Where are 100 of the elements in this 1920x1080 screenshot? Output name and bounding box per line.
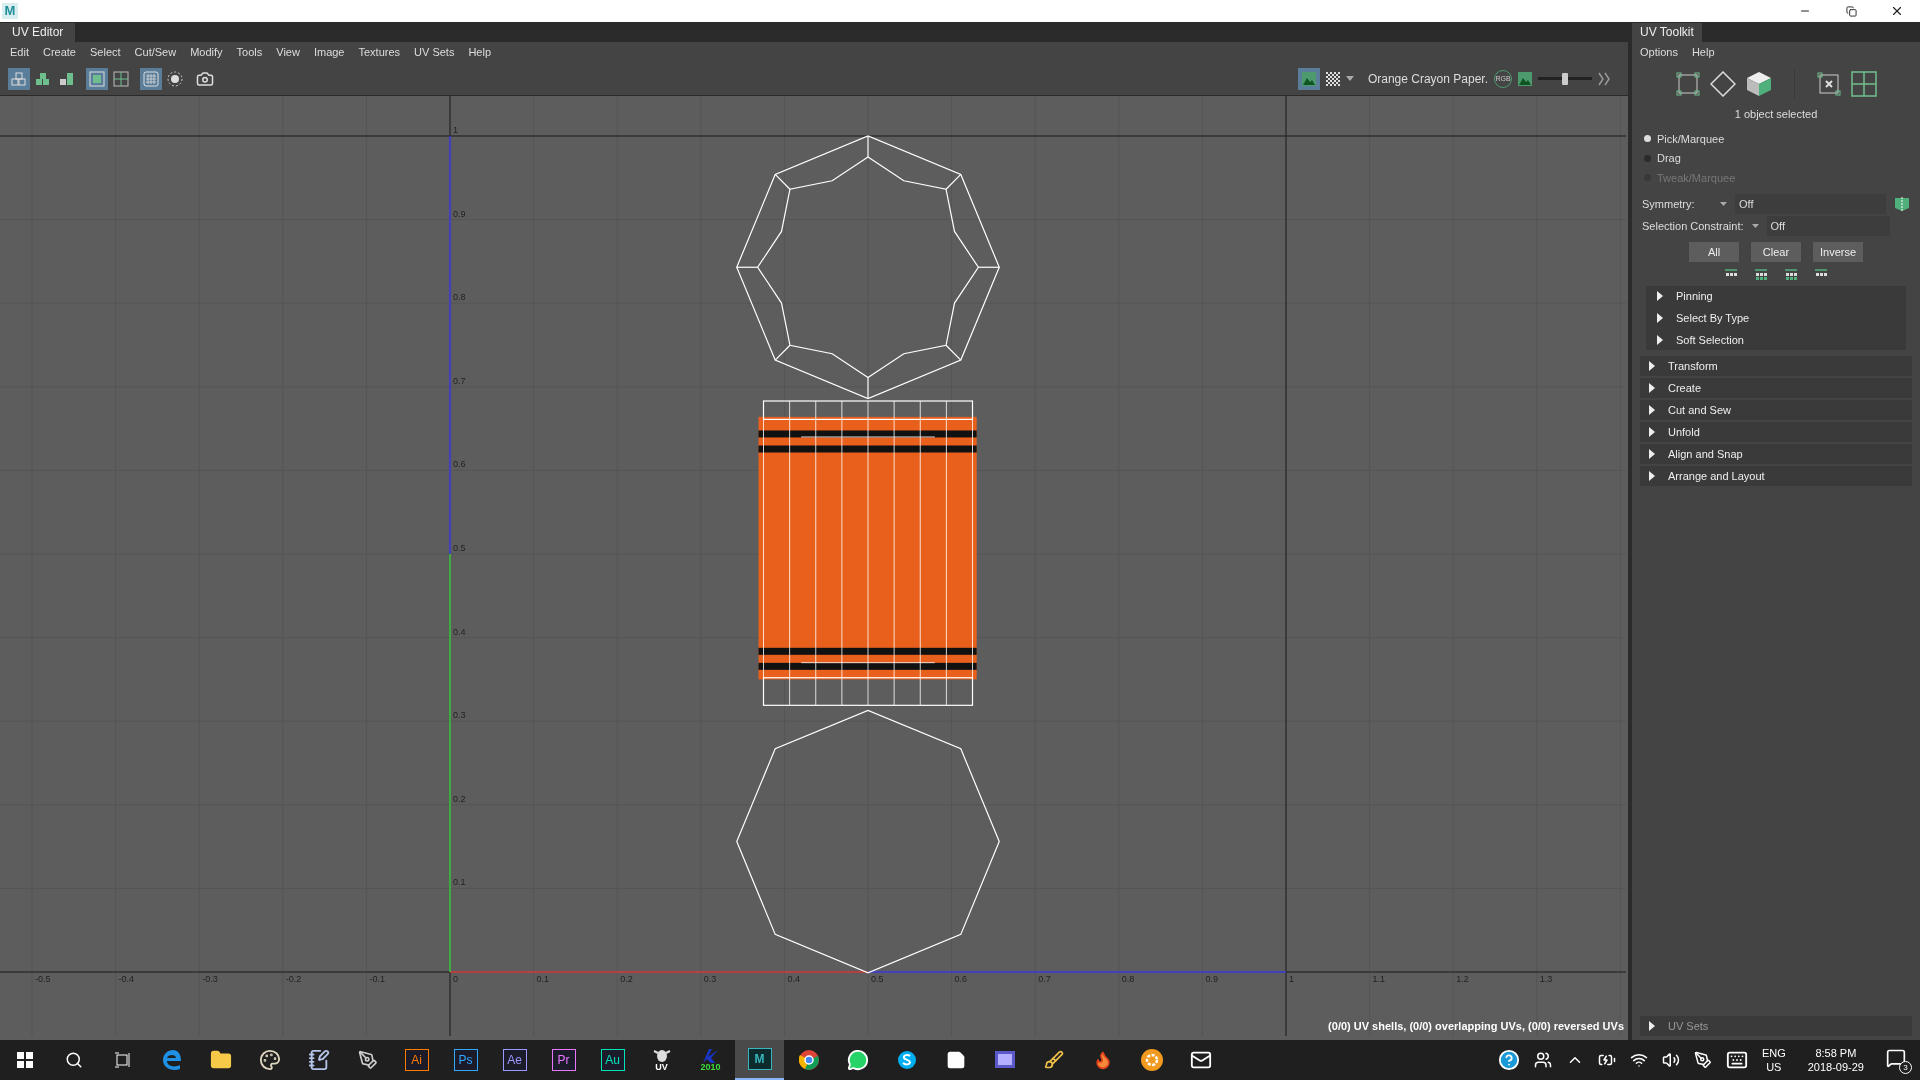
- field-label: Symmetry:: [1642, 196, 1696, 212]
- menu-item[interactable]: Create: [36, 43, 82, 61]
- cube-icon[interactable]: [1745, 71, 1772, 97]
- select-button[interactable]: Clear: [1751, 242, 1801, 262]
- section-header[interactable]: Arrange and Layout: [1640, 466, 1912, 486]
- folder-icon: [209, 1049, 232, 1071]
- window-icon: [993, 1050, 1016, 1070]
- section-header[interactable]: Create: [1640, 378, 1912, 398]
- radio-button[interactable]: [1644, 135, 1651, 143]
- pen-nib-icon: [357, 1050, 378, 1070]
- axis-tick-label: 0.7: [453, 375, 466, 386]
- menu-item[interactable]: Edit: [4, 43, 35, 61]
- section-header[interactable]: Transform: [1640, 356, 1912, 376]
- menu-item[interactable]: Modify: [184, 43, 229, 61]
- clock-time[interactable]: 8:58 PM: [1815, 1046, 1857, 1060]
- uv-status-text: (0/0) UV shells, (0/0) overlapping UVs, (0/0) reversed UVs: [1328, 1018, 1624, 1034]
- clock-date[interactable]: 2018-09-29: [1807, 1060, 1864, 1074]
- e-swirl-icon: [160, 1049, 183, 1071]
- framed-square-icon: [88, 69, 106, 88]
- search-icon: [64, 1051, 83, 1069]
- radio-label: Drag: [1657, 151, 1681, 166]
- chat-bubble-icon: [846, 1049, 869, 1071]
- circle-emblem-icon: [798, 1050, 819, 1070]
- menu-item[interactable]: Image: [307, 43, 351, 61]
- selection-info: 1 object selected: [1733, 107, 1819, 122]
- panel-tab[interactable]: UV Editor: [0, 23, 76, 42]
- app-logo: M: [2, 3, 18, 19]
- s-bubble-icon: [896, 1050, 917, 1070]
- note-icon: [945, 1050, 966, 1070]
- menu-item[interactable]: Select: [84, 43, 127, 61]
- people-icon[interactable]: [1533, 1051, 1552, 1069]
- app-tile-button[interactable]: Ae: [502, 1049, 527, 1071]
- toolbar-button[interactable]: [140, 67, 162, 90]
- axis-tick-label: 1.1: [1372, 974, 1386, 984]
- select-grid-icon[interactable]: [1753, 268, 1769, 280]
- dropdown-caret-icon[interactable]: [1751, 224, 1759, 228]
- app-tile-button[interactable]: Ps: [453, 1049, 478, 1071]
- pen-icon[interactable]: [1693, 1051, 1712, 1069]
- image-icon[interactable]: [1518, 71, 1532, 86]
- section-header[interactable]: Align and Snap: [1640, 444, 1912, 464]
- toolbar-button[interactable]: [86, 67, 108, 90]
- dropdown-caret-icon[interactable]: [1345, 76, 1354, 81]
- grid-icon: [112, 69, 130, 88]
- taskbar-button[interactable]: UV: [637, 1040, 686, 1080]
- mirror-icon[interactable]: [1894, 196, 1910, 212]
- help-icon[interactable]: [1497, 1049, 1520, 1071]
- section-header[interactable]: UV Sets: [1640, 1016, 1912, 1036]
- menu-item[interactable]: Help: [462, 43, 498, 61]
- language-code: ENG: [1761, 1046, 1786, 1060]
- expand-arrows-icon[interactable]: [1598, 70, 1610, 87]
- region-code: US: [1766, 1060, 1782, 1074]
- restore-icon: [1845, 5, 1857, 17]
- dropdown-caret-icon[interactable]: [1720, 202, 1727, 206]
- menu-item[interactable]: Cut/Sew: [128, 43, 183, 61]
- constraint-dropdown[interactable]: Off: [1766, 216, 1890, 236]
- select-button[interactable]: Inverse: [1813, 242, 1863, 262]
- diamond-icon[interactable]: [1709, 71, 1736, 97]
- menu-item[interactable]: Help: [1691, 43, 1715, 61]
- app-tile-button[interactable]: Au: [600, 1049, 625, 1071]
- volume-icon[interactable]: [1661, 1051, 1680, 1069]
- notebook-icon: [307, 1049, 330, 1071]
- envelope-icon: [1189, 1049, 1212, 1071]
- panel-tab[interactable]: UV Toolkit: [1632, 23, 1702, 42]
- menu-item[interactable]: Tools: [230, 43, 269, 61]
- grid-icon[interactable]: [1850, 71, 1877, 97]
- exposure-slider[interactable]: [1538, 70, 1592, 87]
- select-button[interactable]: All: [1689, 242, 1739, 262]
- menu-item[interactable]: UV Sets: [408, 43, 461, 61]
- checker-icon[interactable]: [1325, 71, 1340, 86]
- axis-tick-label: 0.1: [536, 974, 550, 984]
- camera-icon: [196, 69, 214, 88]
- select-grid-icon[interactable]: [1783, 268, 1799, 280]
- axis-tick-label: 1: [1289, 974, 1294, 984]
- four-panes-icon: [16, 1052, 33, 1068]
- section-header[interactable]: Cut and Sew: [1640, 400, 1912, 420]
- radio-label: Pick/Marquee: [1657, 131, 1725, 147]
- toolbar-button[interactable]: [8, 67, 30, 90]
- radio-button[interactable]: [1644, 154, 1651, 162]
- slider-thumb[interactable]: [1562, 72, 1568, 85]
- symmetry-dropdown[interactable]: Off: [1735, 194, 1886, 214]
- face-select-icon[interactable]: [1675, 72, 1700, 96]
- keyboard-icon[interactable]: [1725, 1049, 1748, 1071]
- menu-item[interactable]: Textures: [352, 43, 407, 61]
- dashed-circle-icon: [166, 69, 184, 88]
- task-view-icon: [113, 1052, 132, 1068]
- texture-name: Orange Crayon Paper.: [1367, 70, 1488, 88]
- axis-tick-label: -0.1: [369, 974, 385, 984]
- app-tile-button[interactable]: Pr: [551, 1049, 576, 1071]
- language-indicator[interactable]: ENG US: [1761, 1046, 1786, 1074]
- notifications-icon[interactable]: [1886, 1048, 1906, 1068]
- wifi-icon[interactable]: [1629, 1051, 1648, 1069]
- taskbar-button[interactable]: 2010: [686, 1040, 735, 1080]
- app-tile-button[interactable]: Ai: [404, 1049, 429, 1071]
- image-toggle-button[interactable]: [1297, 67, 1320, 90]
- menu-item[interactable]: Options: [1640, 43, 1678, 61]
- close-icon: [1890, 4, 1904, 18]
- app-tile-button[interactable]: M: [747, 1048, 772, 1070]
- framed-x-icon[interactable]: [1816, 72, 1841, 96]
- section-header[interactable]: Unfold: [1640, 422, 1912, 442]
- menu-item[interactable]: View: [270, 43, 306, 61]
